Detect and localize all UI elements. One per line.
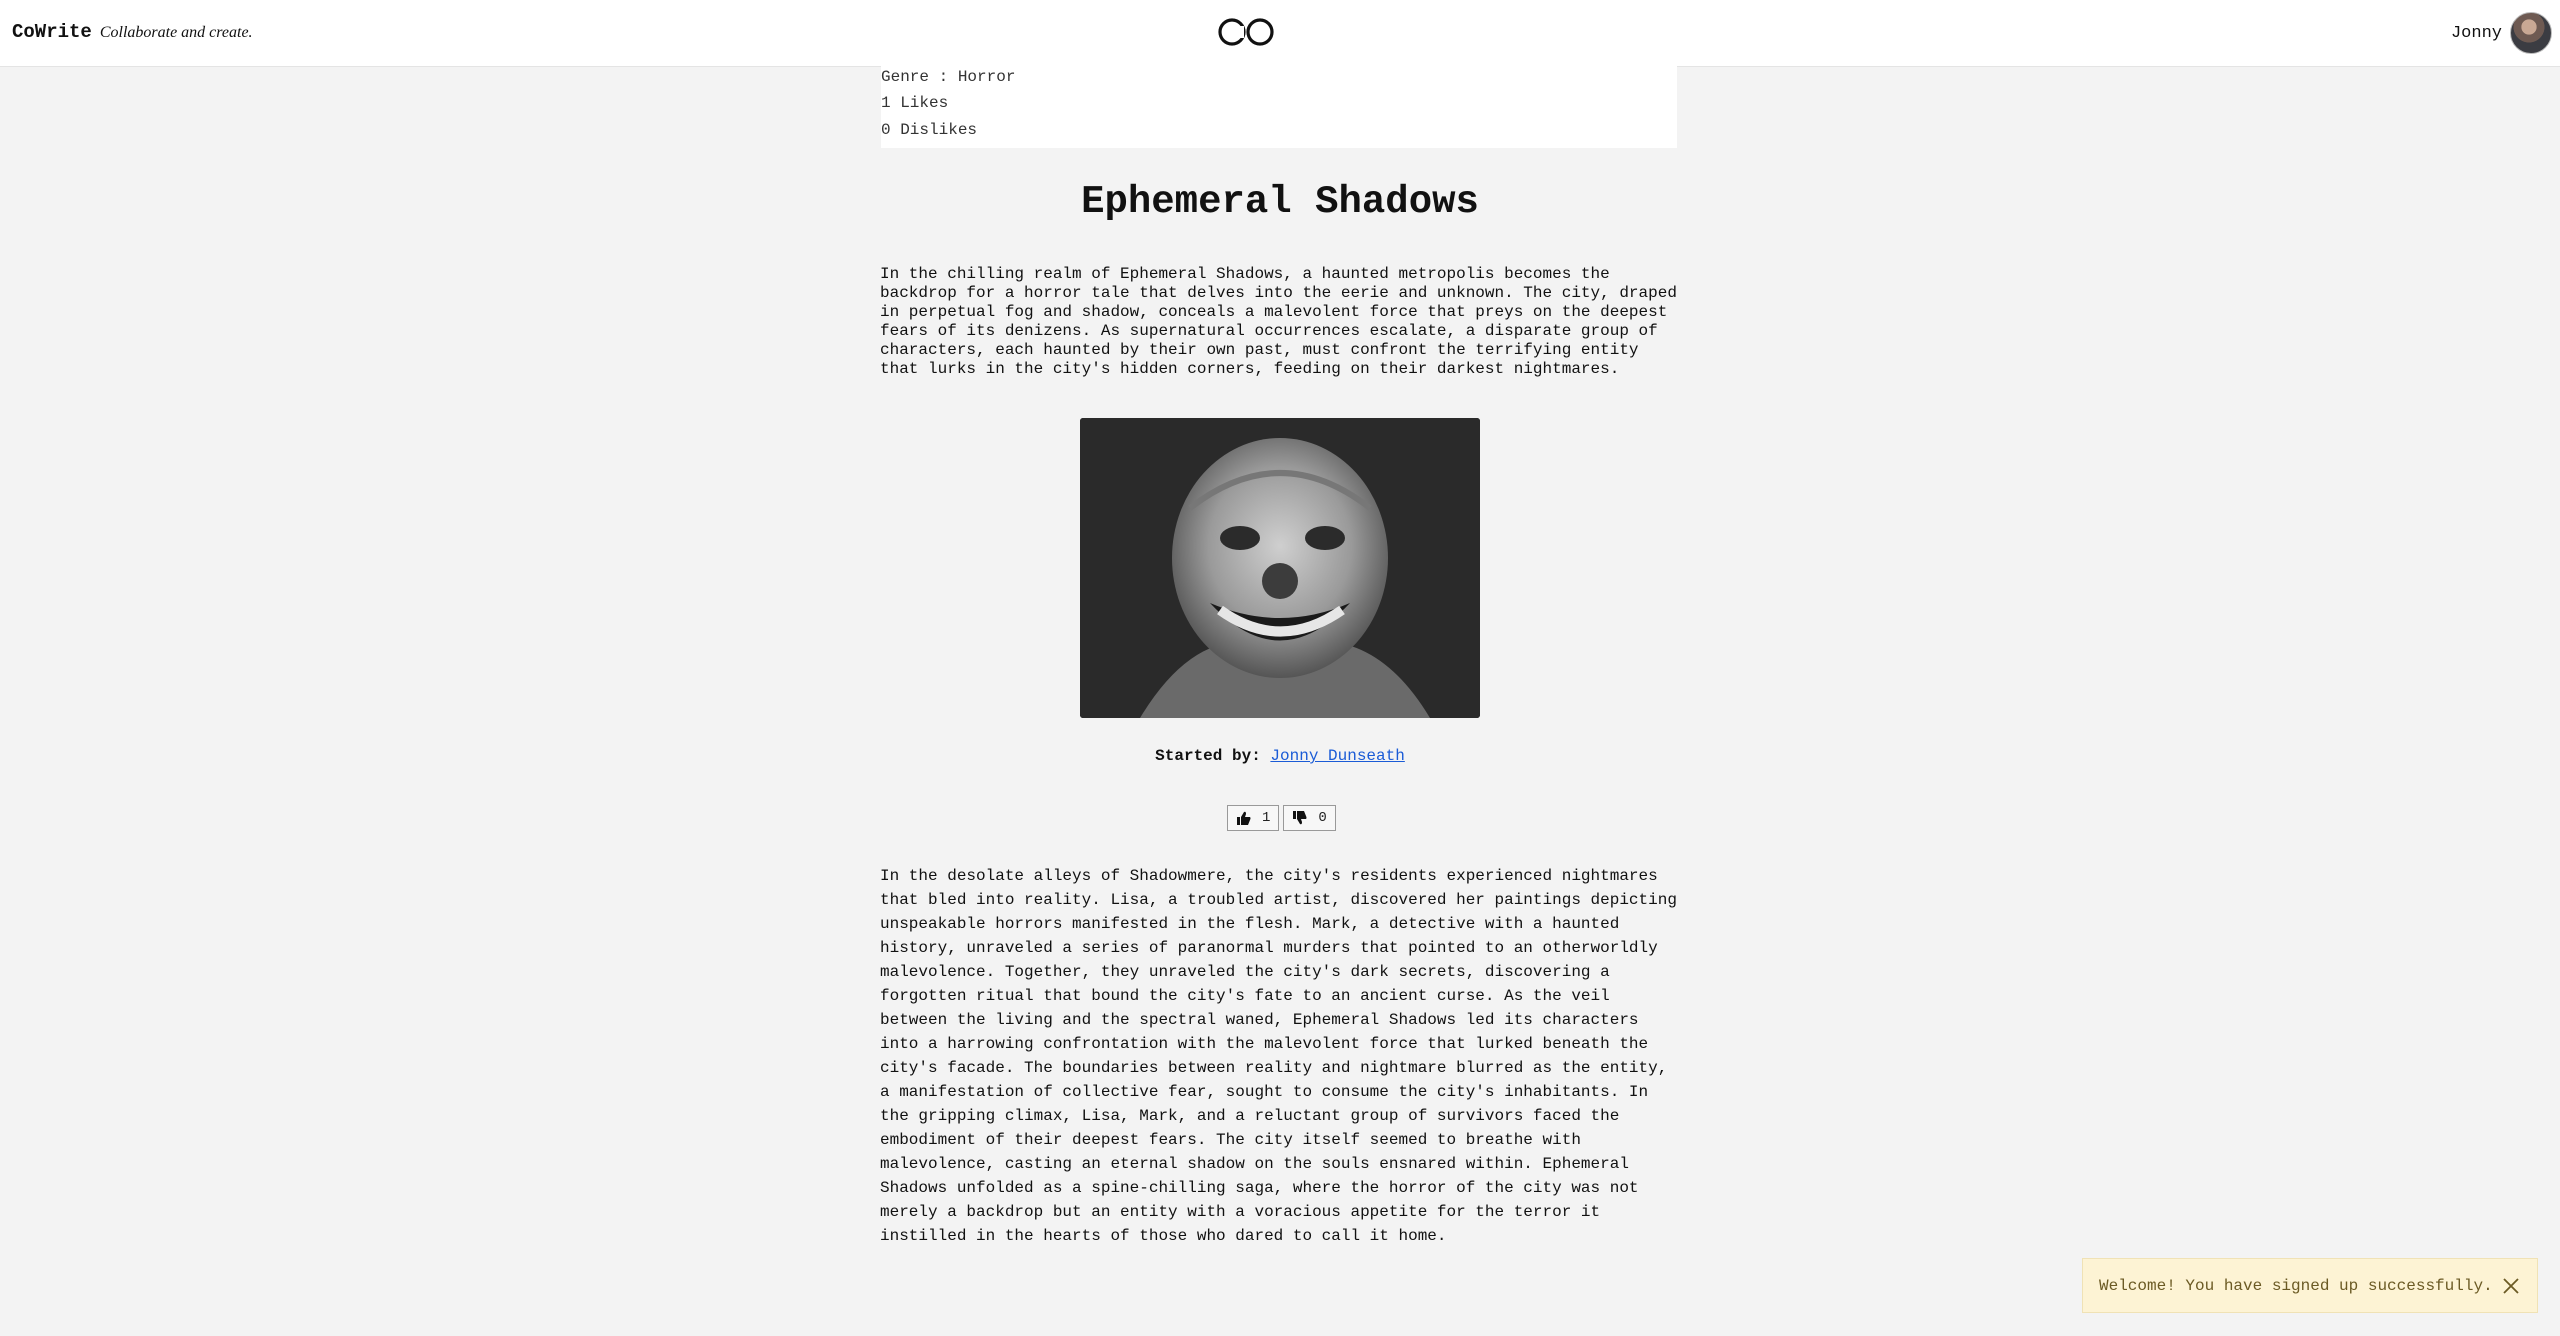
likes-count: 1 Likes [881, 94, 949, 112]
story-title: Ephemeral Shadows [1081, 180, 1479, 224]
signup-toast: Welcome! You have signed up successfully… [2082, 1258, 2538, 1313]
story-body: In the desolate alleys of Shadowmere, th… [880, 867, 1677, 1245]
avatar[interactable] [2510, 12, 2552, 54]
thumbs-down-icon [1293, 811, 1307, 825]
dislikes-count: 0 Dislikes [881, 121, 978, 139]
like-count: 1 [1262, 810, 1271, 826]
clown-image [1080, 418, 1480, 718]
thumbs-up-icon [1237, 811, 1251, 825]
like-button[interactable]: 1 [1227, 805, 1280, 831]
author-link[interactable]: Jonny Dunseath [1270, 747, 1404, 765]
user-name[interactable]: Jonny [2451, 24, 2502, 43]
genre-label: Genre : Horror [881, 68, 1016, 86]
started-by: Started by: Jonny Dunseath [0, 747, 2560, 765]
story-info-box: Genre : Horror 1 Likes 0 Dislikes [881, 66, 1677, 148]
story-cover-image [1080, 418, 1480, 718]
co-logo[interactable] [1216, 16, 1276, 48]
dislike-button[interactable]: 0 [1283, 805, 1336, 831]
toast-message: Welcome! You have signed up successfully… [2099, 1276, 2493, 1295]
dislike-count: 0 [1318, 810, 1327, 826]
story-synopsis: In the chilling realm of Ephemeral Shado… [880, 265, 1677, 378]
brand[interactable]: CoWrite Collaborate and create. [12, 21, 253, 43]
started-by-label: Started by: [1155, 747, 1261, 765]
vote-buttons: 1 0 [1227, 805, 1336, 831]
close-icon[interactable] [2501, 1276, 2521, 1296]
brand-name[interactable]: CoWrite [12, 21, 92, 43]
user-menu[interactable]: Jonny [2451, 12, 2552, 54]
brand-tagline: Collaborate and create. [99, 24, 253, 41]
top-navbar: CoWrite Collaborate and create. Jonny [0, 0, 2560, 67]
